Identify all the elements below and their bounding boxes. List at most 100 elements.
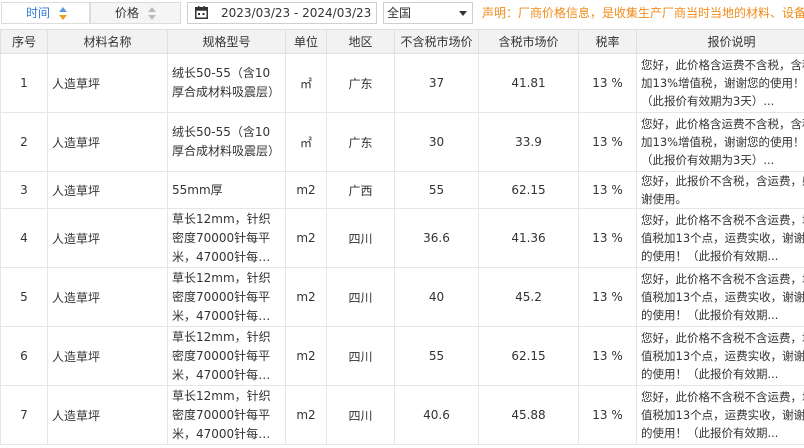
row-index-cell: 7 <box>0 385 48 445</box>
price-description: 您好，此价格不含税不含运费，增值税加13个点，运费实收，谢谢您的使用！（此报价有… <box>641 331 804 381</box>
material-name: 人造草坪 <box>52 290 101 305</box>
unit: m2 <box>296 349 316 363</box>
region: 四川 <box>348 231 373 246</box>
price-ex-tax: 55 <box>428 349 445 363</box>
spec-model-cell: 草长12mm，针织密度70000针每平米，47000针每平米两... <box>167 208 286 268</box>
row-index-cell: 2 <box>0 112 48 172</box>
price-ex-tax: 36.6 <box>423 231 450 245</box>
unit-cell: m2 <box>285 267 327 327</box>
sort-arrows-icon <box>148 7 156 21</box>
region-cell: 四川 <box>326 326 395 386</box>
price-ex-tax-cell: 36.6 <box>394 208 479 268</box>
price-ex-tax-cell: 55 <box>394 171 479 209</box>
spec-model: 草长12mm，针织密度70000针每平米，47000针每平米两... <box>172 388 271 441</box>
material-name-cell: 人造草坪 <box>47 385 168 445</box>
material-name: 人造草坪 <box>52 135 101 150</box>
price-description: 您好，此价格含运费不含税，含税加13%增值税，谢谢您的使用！（此报价有效期为3天… <box>641 58 804 108</box>
price-in-tax-cell: 45.2 <box>478 267 579 327</box>
price-in-tax: 33.9 <box>515 135 542 149</box>
unit-cell: m2 <box>285 326 327 386</box>
col-header-index: 序号 <box>0 29 48 54</box>
table-row[interactable]: 3 人造草坪 55mm厚 m2 广西 55 62.15 13 % 您好，此报价不含税，含运费，感… <box>0 171 804 209</box>
price-description-cell: 您好，此价格含运费不含税，含税加13%增值税，谢谢您的使用！（此报价有效期为3天… <box>636 53 804 113</box>
chevron-down-icon <box>459 11 467 16</box>
price-in-tax: 41.81 <box>511 76 546 90</box>
unit: m2 <box>296 290 316 304</box>
table-row[interactable]: 5 人造草坪 草长12mm，针织密度70000针每平米，47000针每平米两... m… <box>0 267 804 327</box>
spec-model: 绒长50-55（含10厚合成材料吸震层） <box>172 66 281 99</box>
table-row[interactable]: 4 人造草坪 草长12mm，针织密度70000针每平米，47000针每平米两... m… <box>0 208 804 268</box>
table-row[interactable]: 6 人造草坪 草长12mm，针织密度70000针每平米，47000针每平米两... m… <box>0 326 804 386</box>
price-ex-tax: 40.6 <box>423 408 450 422</box>
region-cell: 广西 <box>326 171 395 209</box>
price-table: 序号 材料名称 规格型号 单位 地区 不含税市场价 含税市场价 税率 报价说明 … <box>0 29 804 445</box>
tax-rate: 13 % <box>592 135 623 149</box>
tax-rate: 13 % <box>592 290 623 304</box>
price-in-tax: 45.2 <box>515 290 542 304</box>
region: 广西 <box>348 183 373 198</box>
table-header-row: 序号 材料名称 规格型号 单位 地区 不含税市场价 含税市场价 税率 报价说明 <box>0 29 804 54</box>
price-description-cell: 您好，此价格不含税不含运费，增值税加13个点，运费实收，谢谢您的使用！（此报价有… <box>636 267 804 327</box>
spec-model: 绒长50-55（含10厚合成材料吸震层） <box>172 125 281 158</box>
tax-rate-cell: 13 % <box>578 112 637 172</box>
date-range-picker[interactable]: 2023/03/23 - 2024/03/23 <box>187 2 377 24</box>
price-description: 您好，此价格含运费不含税，含税加13%增值税，谢谢您的使用！（此报价有效期为3天… <box>641 117 804 167</box>
price-description-cell: 您好，此价格不含税不含运费，增值税加13个点，运费实收，谢谢您的使用！（此报价有… <box>636 208 804 268</box>
price-ex-tax-cell: 30 <box>394 112 479 172</box>
price-ex-tax-cell: 55 <box>394 326 479 386</box>
tax-rate-cell: 13 % <box>578 385 637 445</box>
table-row[interactable]: 7 人造草坪 草长12mm，针织密度70000针每平米，47000针每平米两... m… <box>0 385 804 445</box>
region: 广东 <box>348 76 373 91</box>
filter-toolbar: 时间 价格 2023/03/23 - 2024/03/23 全国 声明：厂商价格… <box>0 0 804 27</box>
col-header-unit: 单位 <box>285 29 327 54</box>
price-description-cell: 您好，此报价不含税，含运费，感谢使用。 <box>636 171 804 209</box>
price-ex-tax: 37 <box>428 76 445 90</box>
tax-rate: 13 % <box>592 408 623 422</box>
region-cell: 四川 <box>326 208 395 268</box>
sort-by-price-tab[interactable]: 价格 <box>90 2 181 24</box>
region-cell: 四川 <box>326 267 395 327</box>
price-in-tax-cell: 62.15 <box>478 171 579 209</box>
material-name-cell: 人造草坪 <box>47 326 168 386</box>
unit-cell: m2 <box>285 385 327 445</box>
material-name-cell: 人造草坪 <box>47 53 168 113</box>
material-name: 人造草坪 <box>52 231 101 246</box>
sort-price-label: 价格 <box>115 6 140 20</box>
tax-rate-cell: 13 % <box>578 267 637 327</box>
price-description: 您好，此价格不含税不含运费，增值税加13个点，运费实收，谢谢您的使用！（此报价有… <box>641 213 804 263</box>
row-index: 4 <box>20 231 28 245</box>
unit: m2 <box>296 183 316 197</box>
region: 四川 <box>348 408 373 423</box>
unit: m2 <box>296 408 316 422</box>
price-description: 您好，此价格不含税不含运费，增值税加13个点，运费实收，谢谢您的使用！（此报价有… <box>641 272 804 322</box>
region-cell: 广东 <box>326 53 395 113</box>
table-row[interactable]: 1 人造草坪 绒长50-55（含10厚合成材料吸震层） ㎡ 广东 37 41.81 13 % 您… <box>0 53 804 113</box>
table-row[interactable]: 2 人造草坪 绒长50-55（含10厚合成材料吸震层） ㎡ 广东 30 33.9 13 % 您好… <box>0 112 804 172</box>
price-ex-tax-cell: 40.6 <box>394 385 479 445</box>
row-index-cell: 1 <box>0 53 48 113</box>
unit-cell: ㎡ <box>285 112 327 172</box>
price-description-cell: 您好，此价格含运费不含税，含税加13%增值税，谢谢您的使用！（此报价有效期为3天… <box>636 112 804 172</box>
col-header-price-in-tax: 含税市场价 <box>478 29 579 54</box>
price-description-cell: 您好，此价格不含税不含运费，增值税加13个点，运费实收，谢谢您的使用！（此报价有… <box>636 326 804 386</box>
material-name: 人造草坪 <box>52 183 101 198</box>
row-index-cell: 3 <box>0 171 48 209</box>
spec-model-cell: 55mm厚 <box>167 171 286 209</box>
col-header-region: 地区 <box>326 29 395 54</box>
spec-model-cell: 绒长50-55（含10厚合成材料吸震层） <box>167 112 286 172</box>
tax-rate: 13 % <box>592 349 623 363</box>
price-in-tax-cell: 45.88 <box>478 385 579 445</box>
material-name: 人造草坪 <box>52 408 101 423</box>
sort-by-time-tab[interactable]: 时间 <box>1 2 90 24</box>
row-index: 6 <box>20 349 28 363</box>
spec-model-cell: 绒长50-55（含10厚合成材料吸震层） <box>167 53 286 113</box>
row-index-cell: 5 <box>0 267 48 327</box>
row-index: 7 <box>20 408 28 422</box>
price-ex-tax-cell: 40 <box>394 267 479 327</box>
price-in-tax-cell: 33.9 <box>478 112 579 172</box>
tax-rate-cell: 13 % <box>578 53 637 113</box>
tax-rate-cell: 13 % <box>578 208 637 268</box>
region-selected-value: 全国 <box>387 6 412 20</box>
region: 四川 <box>348 349 373 364</box>
region-select[interactable]: 全国 <box>383 2 473 24</box>
